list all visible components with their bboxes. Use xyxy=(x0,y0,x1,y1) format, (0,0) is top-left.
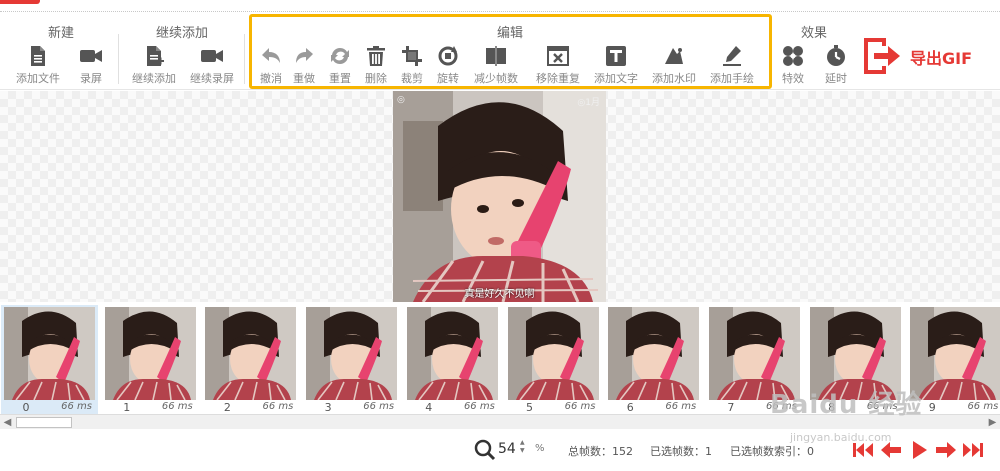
effects-clover-icon xyxy=(783,46,803,66)
frame-item[interactable]: 2 66 ms xyxy=(202,305,299,415)
frame-item[interactable]: 0 66 ms xyxy=(1,305,98,415)
zoom-magnifier-icon xyxy=(474,439,496,461)
zoom-value[interactable]: 54 xyxy=(498,441,516,457)
frame-thumbnail-image xyxy=(406,307,498,400)
preview-canvas: ◎ ◎1月 真是好久不见啊 xyxy=(0,91,1000,302)
frame-duration: 66 ms xyxy=(363,401,395,412)
girl-on-phone-image xyxy=(393,91,606,302)
record-screen-label: 录屏 xyxy=(80,72,102,85)
play-button[interactable] xyxy=(908,440,930,460)
frame-index: 6 xyxy=(626,401,634,414)
group-new: 新建 添加文件 录屏 xyxy=(8,14,114,90)
frame-thumbnail xyxy=(104,307,196,400)
timer-icon xyxy=(827,45,845,66)
delay-button[interactable]: 延时 xyxy=(806,44,866,86)
frame-index: 4 xyxy=(425,401,433,414)
group-effects-title: 效果 xyxy=(800,26,827,41)
export-gif-label: 导出GIF xyxy=(910,49,973,68)
export-icon xyxy=(864,38,900,74)
frame-item[interactable]: 6 66 ms xyxy=(605,305,702,415)
ribbon-toolbar: 新建 添加文件 录屏 继续添加 继续添加 继续录屏 编辑 撤消 重做 重置 删除… xyxy=(0,14,1000,90)
total-frames: 总帧数：152 xyxy=(568,445,633,458)
frame-item[interactable]: 5 66 ms xyxy=(505,305,602,415)
frame-thumbnail xyxy=(507,307,599,400)
scrollbar-thumb[interactable] xyxy=(16,417,72,428)
add-file-button[interactable]: 添加文件 xyxy=(8,44,68,86)
frame-index: 1 xyxy=(123,401,131,414)
scroll-left-arrow[interactable]: ◀ xyxy=(0,415,15,430)
frame-index: 2 xyxy=(223,401,231,414)
frame-index: 5 xyxy=(526,401,533,414)
frame-thumbnail-image xyxy=(4,307,95,400)
frame-index: 3 xyxy=(324,401,332,414)
selected-frames: 已选帧数：1 xyxy=(650,445,712,458)
group-effects: 效果 特效 延时 xyxy=(770,14,858,90)
frame-item[interactable]: 1 66 ms xyxy=(102,305,199,415)
frame-duration: 66 ms xyxy=(161,401,193,412)
frame-duration: 66 ms xyxy=(564,401,596,412)
frame-duration: 66 ms xyxy=(61,401,92,412)
zoom-spinner[interactable]: ▲ ▼ xyxy=(520,439,525,455)
group-new-title: 新建 xyxy=(47,26,74,41)
frame-thumbnail xyxy=(306,307,398,400)
file-add-icon xyxy=(147,46,164,66)
frame-thumbnail xyxy=(910,307,1000,400)
frame-thumbnail xyxy=(205,307,297,400)
export-gif-button[interactable]: 导出GIF xyxy=(860,34,990,78)
add-file-label: 添加文件 xyxy=(16,72,60,85)
zoom-unit: % xyxy=(535,443,545,454)
frame-thumbnail-image xyxy=(910,307,1000,400)
group-separator xyxy=(118,34,119,84)
frame-thumbnail-image xyxy=(507,307,599,400)
skip-last-icon xyxy=(963,443,983,457)
frame-thumbnail xyxy=(608,307,700,400)
continue-add-button[interactable]: 继续添加 xyxy=(124,44,184,86)
app-tab-marker xyxy=(0,0,40,4)
frame-item[interactable]: 4 66 ms xyxy=(404,305,501,415)
frame-thumbnail xyxy=(4,307,95,400)
last-frame-button[interactable] xyxy=(962,440,984,460)
frame-duration: 66 ms xyxy=(262,401,294,412)
arrow-right-icon xyxy=(936,442,956,458)
frame-duration: 66 ms xyxy=(967,401,999,412)
continue-record-button[interactable]: 继续录屏 xyxy=(182,44,242,86)
frame-thumbnail-image xyxy=(608,307,700,400)
frame-duration: 66 ms xyxy=(463,401,495,412)
video-camera-icon xyxy=(80,50,102,62)
delay-label: 延时 xyxy=(825,72,847,85)
preview-image: ◎ ◎1月 真是好久不见啊 xyxy=(393,91,606,302)
frame-thumbnail xyxy=(406,307,498,400)
frame-item[interactable]: 3 66 ms xyxy=(303,305,400,415)
video-camera-icon xyxy=(201,50,223,62)
continue-add-label: 继续添加 xyxy=(132,72,176,85)
frame-index: 0 xyxy=(22,401,30,414)
baidu-watermark-url: jingyan.baidu.com xyxy=(790,431,892,444)
frame-thumbnail-image xyxy=(205,307,297,400)
scroll-right-arrow[interactable]: ▶ xyxy=(985,415,1000,430)
title-divider xyxy=(0,11,1000,12)
group-continue-title: 继续添加 xyxy=(155,26,208,41)
preview-watermark-left: ◎ xyxy=(397,95,405,105)
selected-frame-index: 已选帧数索引：0 xyxy=(730,445,814,458)
play-icon xyxy=(913,441,927,459)
frame-index: 7 xyxy=(727,401,735,414)
title-strip xyxy=(0,0,1000,14)
frame-duration: 66 ms xyxy=(665,401,697,412)
group-continue: 继续添加 继续添加 继续录屏 xyxy=(126,14,238,90)
edit-group-highlight xyxy=(249,14,772,89)
preview-watermark: ◎1月 xyxy=(577,98,600,108)
record-screen-button[interactable]: 录屏 xyxy=(61,44,121,86)
file-icon xyxy=(31,46,45,66)
next-frame-button[interactable] xyxy=(935,440,957,460)
frame-thumbnail-image xyxy=(306,307,398,400)
continue-record-label: 继续录屏 xyxy=(190,72,234,85)
baidu-watermark: Baidu 经验 xyxy=(770,390,923,420)
preview-caption: 真是好久不见啊 xyxy=(464,289,535,300)
frame-thumbnail-image xyxy=(104,307,196,400)
